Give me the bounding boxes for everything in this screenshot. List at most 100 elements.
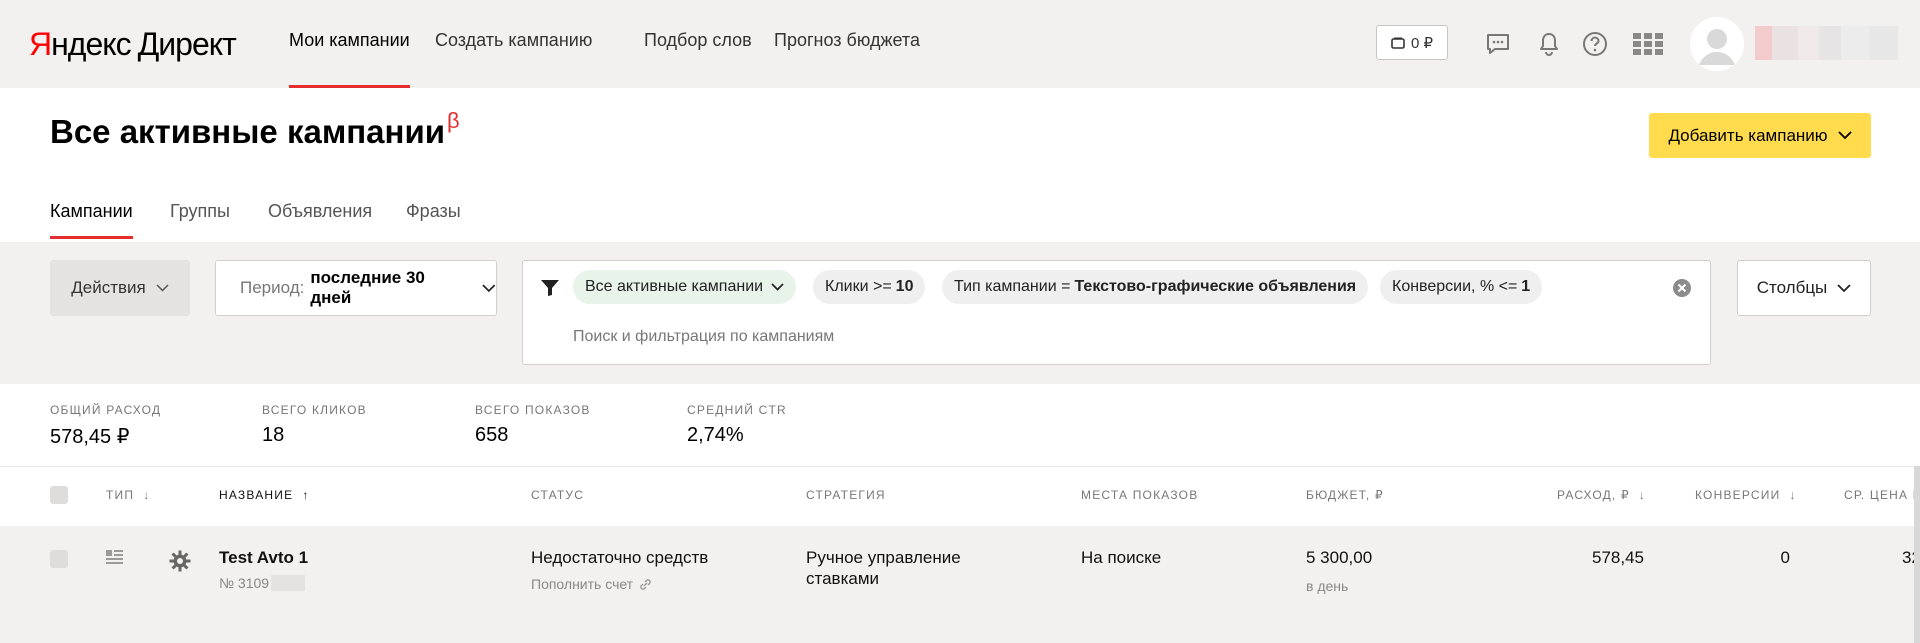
link-icon [640, 578, 651, 590]
campaign-search-input[interactable]: Поиск и фильтрация по кампаниям [573, 328, 834, 346]
column-header-budget[interactable]: БЮДЖЕТ, ₽ [1306, 488, 1384, 502]
add-campaign-button[interactable]: Добавить кампанию [1649, 113, 1871, 158]
column-header-type[interactable]: ТИП ↓ [106, 488, 150, 502]
top-up-account-link[interactable]: Пополнить счет [531, 576, 652, 592]
filter-chip-all-active[interactable]: Все активные кампании [573, 270, 797, 304]
actions-label: Действия [71, 278, 146, 297]
strategy-line-2: ставками [806, 569, 880, 588]
chip-value: Текстово-графические объявления [1074, 278, 1357, 295]
nav-budget-forecast[interactable]: Прогноз бюджета [774, 30, 920, 51]
stat-label: ВСЕГО ПОКАЗОВ [475, 403, 591, 417]
filter-box[interactable]: Все активные кампании Клики >= 10 Тип кам… [522, 260, 1711, 365]
conversions-value: 0 [1780, 548, 1790, 567]
beta-badge: β [447, 108, 460, 133]
columns-dropdown[interactable]: Столбцы [1737, 260, 1871, 316]
stat-value: 658 [475, 424, 509, 446]
top-up-label: Пополнить счет [531, 576, 634, 592]
nav-my-campaigns[interactable]: Мои кампании [289, 30, 410, 51]
filter-chip-conversions[interactable]: Конверсии, % <= 1 [1380, 270, 1543, 304]
chip-label: Клики >= [825, 278, 892, 295]
column-header-spend[interactable]: РАСХОД, ₽ ↓ [1557, 488, 1646, 502]
nav-active-indicator [289, 85, 410, 88]
filter-funnel-icon[interactable] [540, 279, 560, 297]
text-ad-type-icon [106, 550, 123, 564]
clear-filters-icon[interactable] [1672, 278, 1692, 298]
sort-arrow-down-icon: ↓ [1634, 488, 1647, 502]
header-label: КОНВЕРСИИ [1695, 488, 1781, 502]
stat-value: 578,45 ₽ [50, 426, 130, 448]
stat-avg-ctr: СРЕДНИЙ CTR 2,74% [687, 403, 787, 447]
chip-value: 1 [1521, 278, 1531, 295]
columns-label: Столбцы [1756, 278, 1828, 297]
chip-value: 10 [895, 278, 914, 295]
campaign-name-link[interactable]: Test Avto 1 [219, 548, 308, 568]
help-icon[interactable] [1580, 29, 1610, 59]
stat-total-spend: ОБЩИЙ РАСХОД 578,45 ₽ [50, 403, 161, 449]
apps-grid-icon[interactable] [1633, 29, 1663, 59]
sort-arrow-down-icon: ↓ [1785, 488, 1797, 502]
chevron-down-icon [771, 283, 784, 291]
select-all-checkbox[interactable] [50, 486, 68, 504]
redacted-number [271, 575, 306, 591]
column-header-name[interactable]: НАЗВАНИЕ ↑ [219, 488, 310, 502]
sort-arrow-down-icon: ↓ [138, 488, 151, 502]
username-redacted [1755, 26, 1898, 60]
column-header-avg-price[interactable]: СР. ЦЕНА КЛ [1844, 488, 1920, 502]
tab-active-indicator [50, 236, 133, 239]
header-label: НАЗВАНИЕ [219, 488, 294, 502]
chip-label: Тип кампании = [954, 278, 1071, 295]
chevron-down-icon [1837, 131, 1852, 140]
top-header: Яндекс Директ Мои кампании Создать кампан… [0, 0, 1920, 88]
user-avatar[interactable] [1690, 17, 1744, 71]
logo-direct: Директ [137, 25, 237, 62]
messages-icon[interactable] [1483, 29, 1513, 59]
wallet-icon [1391, 37, 1405, 49]
row-checkbox[interactable] [50, 550, 68, 568]
gear-icon[interactable] [169, 550, 191, 572]
stat-value: 2,74% [687, 424, 744, 446]
balance-button[interactable]: 0 ₽ [1376, 25, 1448, 60]
logo-ya: Я [29, 25, 52, 62]
chevron-down-icon [482, 283, 496, 292]
tab-phrases[interactable]: Фразы [406, 201, 461, 222]
tab-ads[interactable]: Объявления [268, 201, 372, 222]
nav-keyword-selection[interactable]: Подбор слов [644, 30, 752, 51]
yandex-direct-logo[interactable]: Яндекс Директ [29, 24, 237, 64]
budget-period: в день [1306, 578, 1349, 594]
stat-label: СРЕДНИЙ CTR [687, 403, 787, 417]
stat-value: 18 [262, 424, 285, 446]
ad-places: На поиске [1081, 548, 1162, 567]
column-header-status[interactable]: СТАТУС [531, 488, 584, 502]
filter-chip-clicks[interactable]: Клики >= 10 [813, 270, 926, 304]
actions-dropdown[interactable]: Действия [50, 260, 190, 316]
campaign-status: Недостаточно средств [531, 548, 709, 567]
header-label: РАСХОД, ₽ [1557, 488, 1630, 502]
horizontal-scroll-indicator[interactable] [1914, 466, 1920, 643]
chip-label: Конверсии, % <= [1392, 278, 1518, 295]
stat-label: ВСЕГО КЛИКОВ [262, 403, 367, 417]
page-title: Все активные кампании [50, 113, 446, 150]
budget-value: 5 300,00 [1306, 548, 1373, 567]
column-header-places[interactable]: МЕСТА ПОКАЗОВ [1081, 488, 1198, 502]
table-divider [0, 466, 1920, 467]
column-header-conversions[interactable]: КОНВЕРСИИ ↓ [1695, 488, 1797, 502]
strategy-line-1: Ручное управление [806, 548, 961, 567]
chip-label: Все активные кампании [585, 278, 764, 295]
chevron-down-icon [1837, 283, 1851, 292]
campaign-number-text: № 3109 [219, 575, 270, 591]
balance-value: 0 ₽ [1410, 34, 1434, 52]
table-row[interactable]: Test Avto 1 № 3109 Недостаточно средств … [0, 526, 1920, 643]
nav-create-campaign[interactable]: Создать кампанию [435, 30, 592, 51]
column-header-strategy[interactable]: СТРАТЕГИЯ [806, 488, 886, 502]
filter-chip-campaign-type[interactable]: Тип кампании = Текстово-графические объяв… [942, 270, 1369, 304]
period-dropdown[interactable]: Период: последние 30 дней [215, 260, 497, 316]
tab-campaigns[interactable]: Кампании [50, 201, 133, 222]
sort-arrow-up-icon: ↑ [297, 488, 310, 502]
bell-icon[interactable] [1534, 29, 1564, 59]
tab-groups[interactable]: Группы [170, 201, 230, 222]
campaign-number: № 3109 [219, 575, 306, 591]
stat-total-clicks: ВСЕГО КЛИКОВ 18 [262, 403, 367, 447]
add-campaign-label: Добавить кампанию [1668, 125, 1828, 145]
chevron-down-icon [156, 284, 169, 292]
logo-ndeks: ндекс [51, 25, 131, 62]
